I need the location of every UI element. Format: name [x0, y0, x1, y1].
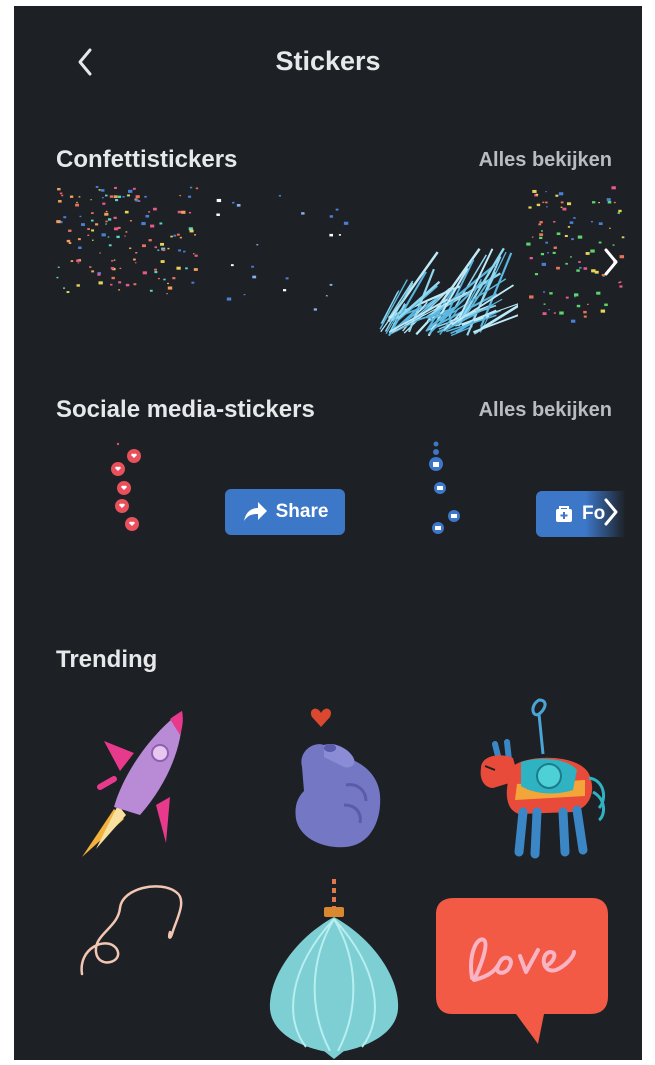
- hearts-icon: [111, 442, 141, 531]
- rocket-icon: [82, 711, 183, 857]
- confetti-sticker-1-graphic: [56, 186, 199, 295]
- section-title-trending: Trending: [56, 646, 158, 673]
- page-title: Stickers: [275, 46, 381, 76]
- ornament-icon: [269, 879, 399, 1059]
- thumbs-up-icon: [429, 441, 460, 534]
- share-arrow-icon: [243, 502, 267, 521]
- confetti-sticker-1[interactable]: [56, 186, 206, 336]
- sticker-panel: Stickers Confettistickers Alles bekijken: [14, 6, 642, 1060]
- confetti-next-button[interactable]: [598, 242, 624, 282]
- section-title-social: Sociale media-stickers: [56, 396, 315, 423]
- social-next-button[interactable]: [598, 492, 624, 532]
- finger-heart-sticker[interactable]: [284, 701, 394, 861]
- chevron-right-icon: [604, 498, 618, 526]
- squiggle-icon: [80, 885, 183, 976]
- pinata-llama-sticker[interactable]: [459, 696, 614, 866]
- squiggle-sticker[interactable]: [76, 878, 196, 978]
- confetti-sticker-row: [56, 186, 626, 336]
- see-all-social-link[interactable]: Alles bekijken: [479, 399, 612, 422]
- floating-likes-sticker[interactable]: [424, 438, 468, 538]
- finger-heart-icon: [295, 708, 381, 848]
- add-bag-icon: [556, 506, 572, 522]
- chevron-right-icon: [604, 248, 618, 276]
- ornament-sticker[interactable]: [264, 879, 404, 1059]
- pinata-icon: [480, 698, 606, 859]
- see-all-confetti-link[interactable]: Alles bekijken: [479, 149, 612, 172]
- share-button-sticker[interactable]: Share: [225, 489, 345, 535]
- share-label: Share: [275, 501, 329, 522]
- confetti-sticker-2-graphic: [216, 194, 349, 311]
- speech-bubble-icon: [436, 898, 608, 1044]
- rocket-sticker[interactable]: [74, 701, 204, 861]
- floating-hearts-sticker[interactable]: [104, 436, 144, 536]
- confetti-sticker-3-graphic: [379, 247, 553, 336]
- top-bar: Stickers: [14, 6, 642, 116]
- confetti-sticker-2[interactable]: [216, 186, 356, 336]
- section-title-confetti: Confettistickers: [56, 146, 238, 173]
- love-speech-bubble-sticker[interactable]: [434, 896, 609, 1046]
- confetti-sticker-3[interactable]: [368, 186, 553, 336]
